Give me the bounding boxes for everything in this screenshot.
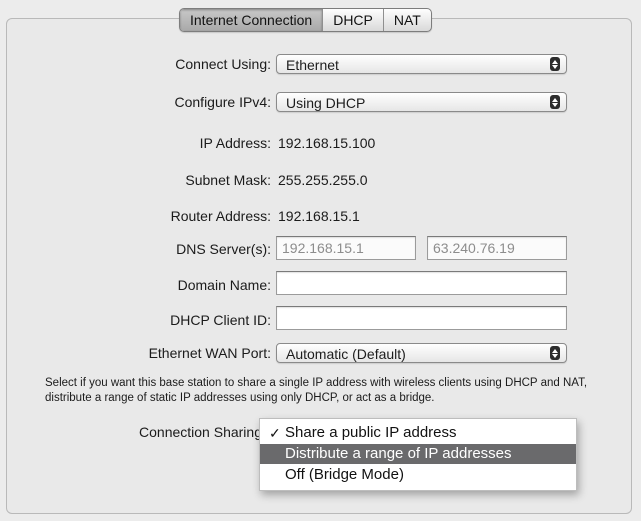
connect-using-value: Ethernet <box>286 57 339 73</box>
tab-dhcp[interactable]: DHCP <box>322 9 383 31</box>
menu-item-label: Distribute a range of IP addresses <box>285 445 512 462</box>
domain-name-field[interactable] <box>276 271 567 295</box>
dhcp-client-id-label: DHCP Client ID: <box>170 312 271 328</box>
popup-arrows-icon <box>550 57 560 71</box>
subnet-mask-value: 255.255.255.0 <box>278 172 368 188</box>
dns-servers-label: DNS Server(s): <box>176 241 271 257</box>
connect-using-popup[interactable]: Ethernet <box>276 54 567 74</box>
dns-server-primary-field[interactable] <box>276 236 416 260</box>
connection-sharing-label: Connection Sharing <box>139 424 262 440</box>
menu-item-bridge-mode[interactable]: Off (Bridge Mode) <box>260 465 576 485</box>
menu-item-label: Off (Bridge Mode) <box>285 466 404 483</box>
dhcp-client-id-field[interactable] <box>276 306 567 330</box>
checkmark-icon: ✓ <box>269 425 281 441</box>
menu-item-distribute-range[interactable]: Distribute a range of IP addresses <box>260 444 576 464</box>
router-address-label: Router Address: <box>170 208 271 224</box>
ethernet-wan-port-value: Automatic (Default) <box>286 346 406 362</box>
ip-address-label: IP Address: <box>199 135 271 151</box>
menu-item-label: Share a public IP address <box>285 424 457 441</box>
tab-internet-connection[interactable]: Internet Connection <box>180 9 323 31</box>
ethernet-wan-port-popup[interactable]: Automatic (Default) <box>276 343 567 363</box>
router-address-value: 192.168.15.1 <box>278 208 360 224</box>
subnet-mask-label: Subnet Mask: <box>185 172 271 188</box>
configure-ipv4-label: Configure IPv4: <box>174 94 272 110</box>
help-text: Select if you want this base station to … <box>45 377 588 404</box>
configure-ipv4-value: Using DHCP <box>286 95 366 111</box>
ip-address-value: 192.168.15.100 <box>278 135 376 151</box>
popup-arrows-icon <box>550 346 560 360</box>
connect-using-label: Connect Using: <box>175 56 271 72</box>
ethernet-wan-port-label: Ethernet WAN Port: <box>148 345 271 361</box>
menu-item-share-public-ip[interactable]: ✓ Share a public IP address <box>260 423 576 443</box>
connection-sharing-menu: ✓ Share a public IP address Distribute a… <box>259 418 577 491</box>
configure-ipv4-popup[interactable]: Using DHCP <box>276 92 567 112</box>
domain-name-label: Domain Name: <box>177 277 271 293</box>
popup-arrows-icon <box>550 95 560 109</box>
tab-bar: Internet Connection DHCP NAT <box>179 8 432 32</box>
tab-nat[interactable]: NAT <box>382 9 431 31</box>
dns-server-secondary-field[interactable] <box>427 236 567 260</box>
